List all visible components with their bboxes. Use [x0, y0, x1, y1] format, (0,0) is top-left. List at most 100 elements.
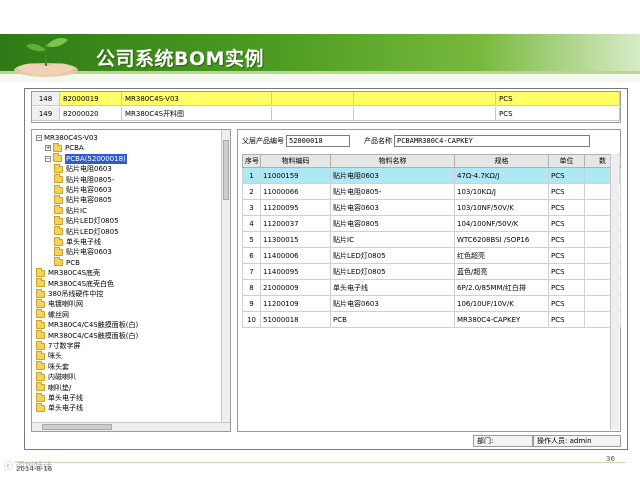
row-number-cell: 2 [242, 183, 261, 200]
row-number-cell: 8 [242, 279, 261, 296]
row-number-cell: 7 [242, 263, 261, 280]
tree-node[interactable]: PCB [54, 257, 80, 268]
tree-node[interactable]: + PCBA [45, 142, 84, 153]
tree-node[interactable]: 单头电子线 [36, 392, 83, 403]
slide-header: 公司系统BOM实例 [0, 0, 640, 82]
folder-icon [36, 278, 45, 288]
material-code-cell: 11200037 [260, 215, 331, 232]
material-name-cell: 贴片IC [330, 231, 455, 248]
tree-node[interactable]: 贴片LED灯0805 [54, 215, 119, 226]
tree-node[interactable]: 单头电子线 [36, 402, 83, 413]
tree-node[interactable]: 单头电子线 [54, 236, 101, 247]
folder-icon [36, 309, 45, 319]
tree-node-label: 贴片电容0805 [66, 196, 112, 205]
unit-cell: PCS [496, 107, 620, 121]
row-number-cell: 5 [242, 231, 261, 248]
unit-cell: PCS [548, 199, 585, 216]
tree-node[interactable]: − MR380C4S-V03 [36, 133, 98, 143]
folder-icon [36, 340, 45, 350]
tree-node[interactable]: MR380C4S底壳 [36, 267, 101, 278]
row-number-cell: 10 [242, 311, 261, 328]
tree-node[interactable]: 喇叭垫/ [36, 382, 71, 393]
tree-node[interactable]: 贴片LED灯0805 [54, 226, 119, 237]
column-header[interactable]: 规格 [454, 154, 549, 168]
slide-page-number: 36 [606, 455, 615, 463]
tree-node[interactable]: 内磁喇叭 [36, 371, 76, 382]
tree-node[interactable]: 贴片电阻0603 [54, 163, 112, 174]
row-index: 149 [32, 107, 60, 121]
tree-node[interactable]: − PCBA(52000018) [45, 153, 127, 164]
product-name-field[interactable] [394, 135, 590, 147]
expand-icon[interactable]: + [45, 145, 51, 152]
tree-node[interactable]: 咪头 [36, 350, 62, 361]
tree-node[interactable]: MR380C4/C4S触摸面板(白) [36, 330, 139, 341]
folder-icon [36, 392, 45, 402]
folder-icon [54, 184, 63, 194]
parent-code-field[interactable] [286, 135, 350, 147]
material-name-cell: 贴片LED灯0805 [330, 247, 455, 264]
tree-node-label: MR380C4/C4S触摸面板(白) [48, 331, 139, 340]
collapse-icon[interactable]: − [45, 155, 51, 162]
grid-row[interactable]: 148 82000019 MR380C4S-V03 PCS [32, 92, 620, 106]
tree-node-label: MR380C4S底壳 [48, 269, 101, 278]
column-header[interactable]: 序号 [242, 154, 261, 168]
table-row[interactable]: 6 11400006 贴片LED灯0805 红色超亮 PCS [242, 247, 621, 264]
tree-node-label: 贴片电容0603 [66, 186, 112, 194]
tree-node[interactable]: MR380C4/C4S触摸面板(白) [36, 319, 139, 330]
folder-icon [36, 298, 45, 308]
material-name-cell: 贴片电容0805 [330, 215, 455, 232]
table-vertical-scrollbar[interactable] [610, 154, 619, 430]
table-row[interactable]: 4 11200037 贴片电容0805 104/100NF/50V/K PCS [242, 215, 621, 232]
folder-icon [54, 257, 63, 267]
product-name-label: 产品名称 [364, 137, 392, 145]
tree-node[interactable]: 7寸数字屏 [36, 340, 80, 351]
table-row[interactable]: 8 21000009 单头电子线 6P/2.0/85MM/红白排 PCS [242, 279, 621, 296]
column-header[interactable]: 物料名称 [330, 154, 455, 168]
collapse-icon[interactable]: − [36, 135, 42, 141]
unit-cell: PCS [548, 183, 585, 200]
material-name-cell: MR380C4S-V03 [122, 92, 272, 106]
material-name-cell: 单头电子线 [330, 279, 455, 296]
unit-cell: PCS [548, 247, 585, 264]
grid-row[interactable]: 149 82000020 MR380C4S开料图 PCS [32, 107, 620, 121]
folder-icon [54, 163, 63, 173]
tree-node[interactable]: 贴片电容0603 [54, 246, 112, 257]
tree-node-label: 贴片IC [66, 206, 87, 215]
tree-node-label: 内磁喇叭 [48, 373, 76, 382]
table-row[interactable]: 2 11000066 贴片电阻0805- 103/10KΩ/J PCS [242, 183, 621, 200]
column-header[interactable]: 物料编码 [260, 154, 331, 168]
tree-node[interactable]: 贴片电容0603 [54, 184, 112, 195]
tree-horizontal-scrollbar[interactable] [32, 422, 230, 431]
spec-cell: MR380C4-CAPKEY [454, 311, 549, 328]
spec-cell: 6P/2.0/85MM/红白排 [454, 279, 549, 296]
tree-node-label: 贴片电阻0603 [66, 165, 112, 174]
tree-node[interactable]: 贴片电阻0805- [54, 174, 114, 185]
folder-icon [36, 330, 45, 340]
tree-node-label: MR380C4/C4S触摸面板(白) [48, 321, 139, 330]
tree-node[interactable]: 电镀喇叭网 [36, 298, 83, 309]
tree-node[interactable]: 贴片电容0805 [54, 194, 112, 205]
tree-node[interactable]: 咪头套 [36, 361, 69, 372]
tree-vertical-scrollbar[interactable] [221, 130, 230, 422]
table-row[interactable]: 1 11000159 贴片电阻0603 47Ω-4.7KΩ/J PCS [242, 167, 621, 184]
material-list-grid: 148 82000019 MR380C4S-V03 PCS 149 82000020 MR3… [31, 91, 621, 123]
material-name-cell: PCB [330, 311, 455, 328]
table-row[interactable]: 10 51000018 PCB MR380C4-CAPKEY PCS [242, 311, 621, 328]
row-number-cell: 3 [242, 199, 261, 216]
spec-cell: 106/10UF/10V/K [454, 295, 549, 312]
table-row[interactable]: 9 11200109 贴片电容0603 106/10UF/10V/K PCS [242, 295, 621, 312]
table-row[interactable]: 7 11400095 贴片LED灯0805 蓝色/超亮 PCS [242, 263, 621, 280]
folder-icon [54, 246, 63, 256]
tree-node[interactable]: 380吊线硬件中控 [36, 288, 103, 299]
material-code-cell: 11200095 [260, 199, 331, 216]
tree-node[interactable]: MR380C4S底壳白色 [36, 278, 114, 289]
tree-node-label: 单头电子线 [48, 394, 83, 402]
empty-cell [272, 107, 354, 121]
material-code-cell: 51000018 [260, 311, 331, 328]
tree-node[interactable]: 螺丝网 [36, 309, 69, 320]
table-row[interactable]: 3 11200095 贴片电容0603 103/10NF/50V/K PCS [242, 199, 621, 216]
sprout-hands-icon [14, 38, 78, 77]
table-row[interactable]: 5 11300015 贴片IC WTC6208BSI /SOP16 PCS [242, 231, 621, 248]
column-header[interactable]: 单位 [548, 154, 585, 168]
tree-node[interactable]: 贴片IC [54, 205, 87, 216]
